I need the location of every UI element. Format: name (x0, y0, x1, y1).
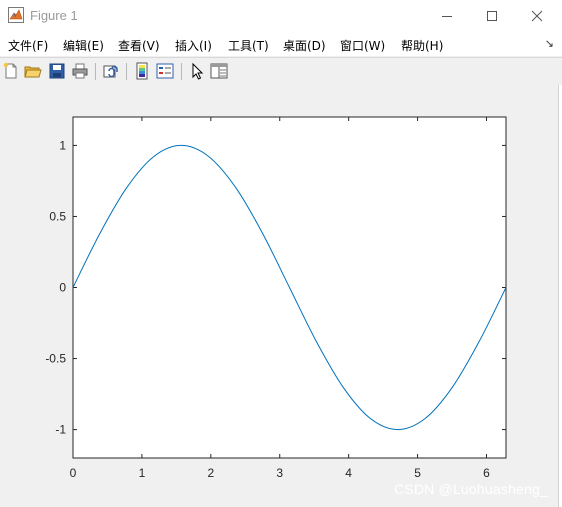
close-icon (531, 10, 543, 22)
figure-canvas: 0 1 2 3 4 5 6 1 0.5 0 -0.5 -1 (0, 85, 558, 507)
menu-edit[interactable]: 编辑(E) (63, 37, 104, 54)
x-tick-label: 5 (414, 466, 421, 480)
window-right-edge (558, 85, 562, 507)
x-tick-label: 4 (345, 466, 352, 480)
close-button[interactable] (514, 0, 560, 32)
x-tick-label: 6 (483, 466, 490, 480)
menu-window[interactable]: 窗口(W) (340, 37, 385, 54)
x-tick-label: 1 (139, 466, 146, 480)
menu-help[interactable]: 帮助(H) (401, 37, 443, 54)
maximize-button[interactable] (469, 0, 515, 32)
axes[interactable]: 0 1 2 3 4 5 6 1 0.5 0 -0.5 -1 (45, 116, 507, 480)
y-tick-label: 0.5 (49, 209, 66, 223)
maximize-icon (487, 11, 497, 21)
menu-view[interactable]: 查看(V) (118, 37, 160, 54)
minimize-button[interactable] (424, 0, 470, 32)
x-tick-label: 2 (207, 466, 214, 480)
menu-insert[interactable]: 插入(I) (175, 37, 212, 54)
colorbar-icon[interactable] (133, 62, 151, 80)
toolbar (0, 57, 562, 86)
y-tick-label: 0 (59, 281, 66, 295)
toolbar-separator (181, 63, 182, 80)
window-title: Figure 1 (30, 8, 78, 23)
x-tick-label: 0 (70, 466, 77, 480)
matlab-icon (8, 7, 24, 23)
toolbar-separator (95, 63, 96, 80)
menu-file[interactable]: 文件(F) (8, 37, 48, 54)
toolbar-separator (126, 63, 127, 80)
x-tick-label: 3 (276, 466, 283, 480)
legend-icon[interactable] (156, 62, 174, 80)
menu-tools[interactable]: 工具(T) (228, 37, 269, 54)
open-file-icon[interactable] (24, 62, 42, 80)
watermark-text: CSDN @Luohuasheng_ (393, 481, 548, 497)
y-tick-label: -1 (55, 423, 66, 437)
figure-window: Figure 1 文件(F) 编辑(E) 查看(V) 插入(I) 工具(T) 桌… (0, 0, 562, 507)
y-tick-label: -0.5 (45, 352, 66, 366)
menu-overflow-arrow[interactable]: ↘ (545, 37, 554, 50)
link-plot-icon[interactable] (102, 62, 120, 80)
menu-desktop[interactable]: 桌面(D) (283, 37, 326, 54)
print-icon[interactable] (71, 62, 89, 80)
pointer-icon[interactable] (188, 62, 206, 80)
plot-svg: 0 1 2 3 4 5 6 1 0.5 0 -0.5 -1 (45, 116, 507, 480)
menu-bar: 文件(F) 编辑(E) 查看(V) 插入(I) 工具(T) 桌面(D) 窗口(W… (0, 32, 562, 56)
title-bar[interactable]: Figure 1 (0, 0, 562, 32)
save-icon[interactable] (48, 62, 66, 80)
property-editor-icon[interactable] (210, 62, 228, 80)
minimize-icon (442, 16, 452, 17)
y-tick-label: 1 (59, 138, 66, 152)
new-figure-icon[interactable] (2, 62, 20, 80)
